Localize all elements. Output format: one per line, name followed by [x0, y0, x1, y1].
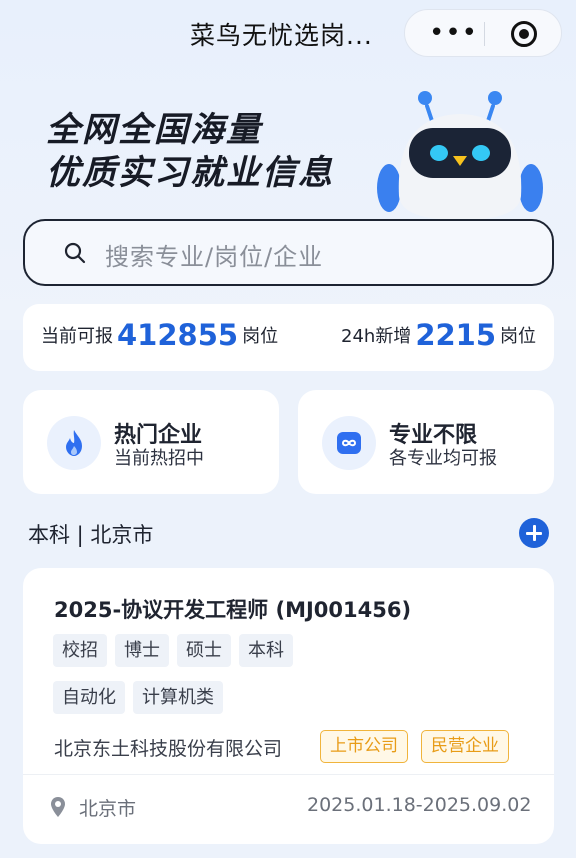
job-tags-row-2: 自动化 计算机类	[53, 681, 223, 714]
stats-panel: 当前可报 412855 岗位 24h新增 2215 岗位	[23, 304, 554, 371]
page-title: 菜鸟无忧选岗...	[190, 21, 373, 50]
stat-current-unit: 岗位	[242, 326, 279, 347]
filter-label[interactable]: 本科 | 北京市	[28, 519, 153, 549]
search-placeholder: 搜索专业/岗位/企业	[105, 243, 324, 271]
stat-new-unit: 岗位	[500, 326, 537, 347]
job-tag: 硕士	[177, 634, 231, 667]
job-location: 北京市	[79, 798, 137, 820]
hot-companies-card[interactable]: 热门企业 当前热招中	[23, 390, 279, 494]
stat-new: 24h新增 2215 岗位	[341, 318, 536, 352]
job-tag: 博士	[115, 634, 169, 667]
company-tag: 上市公司	[320, 730, 408, 763]
job-tag: 本科	[239, 634, 293, 667]
hero-headline-2: 优质实习就业信息	[46, 153, 334, 193]
infinity-icon	[337, 432, 361, 454]
company-name: 北京东土科技股份有限公司	[54, 738, 283, 760]
job-card[interactable]: 2025-协议开发工程师 (MJ001456) 校招 博士 硕士 本科 自动化 …	[23, 568, 554, 844]
stat-new-value: 2215	[415, 318, 497, 352]
search-input[interactable]: 搜索专业/岗位/企业	[23, 219, 554, 286]
stat-current-value: 412855	[117, 318, 239, 352]
job-dates: 2025.01.18-2025.09.02	[307, 794, 532, 816]
job-title: 2025-协议开发工程师 (MJ001456)	[54, 598, 412, 622]
record-circle-icon[interactable]	[511, 21, 537, 47]
any-major-subtitle: 各专业均可报	[389, 448, 497, 469]
stat-current: 当前可报 412855 岗位	[41, 318, 278, 352]
hot-companies-subtitle: 当前热招中	[114, 448, 204, 469]
capsule-divider	[484, 22, 485, 46]
miniprogram-capsule: •••	[404, 9, 562, 57]
search-icon	[64, 242, 86, 264]
stat-new-label: 24h新增	[341, 326, 412, 347]
job-tags-row-1: 校招 博士 硕士 本科	[53, 634, 293, 667]
plus-circle-icon[interactable]	[519, 518, 549, 548]
more-icon[interactable]: •••	[429, 18, 478, 48]
stat-current-label: 当前可报	[41, 326, 113, 347]
any-major-card[interactable]: 专业不限 各专业均可报	[298, 390, 554, 494]
company-tag: 民营企业	[421, 730, 509, 763]
job-tag: 自动化	[53, 681, 125, 714]
infinity-icon-badge	[322, 416, 376, 470]
robot-mascot-icon	[377, 91, 543, 220]
location-pin-icon	[51, 797, 65, 817]
job-tag: 计算机类	[133, 681, 223, 714]
card-divider	[23, 774, 554, 775]
hero-headline-1: 全网全国海量	[46, 110, 262, 150]
fire-icon	[66, 430, 82, 456]
job-tag: 校招	[53, 634, 107, 667]
fire-icon-badge	[47, 416, 101, 470]
